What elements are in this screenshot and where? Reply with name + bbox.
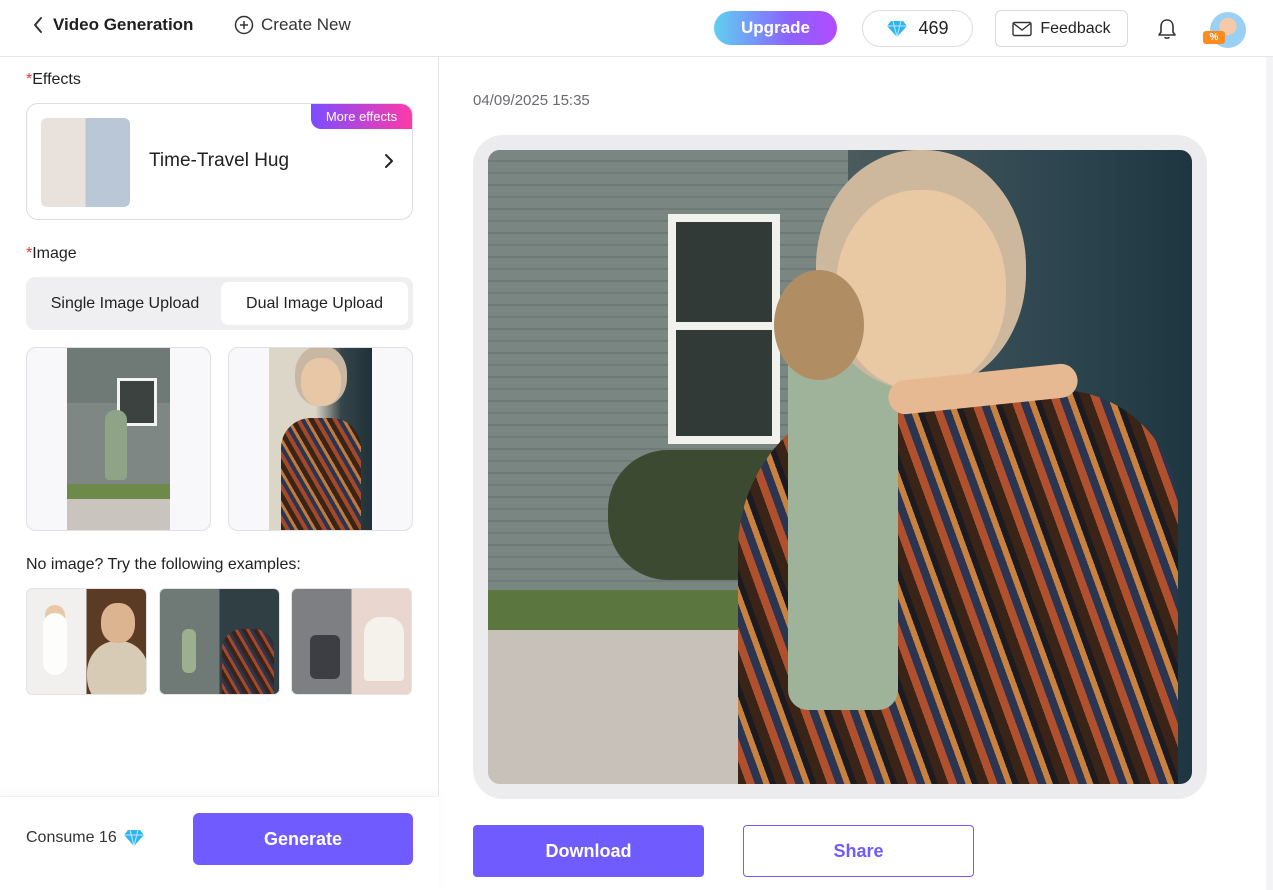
chevron-left-icon [34, 17, 42, 33]
chevron-right-icon [385, 154, 393, 168]
effects-section-label: *Effects [26, 71, 81, 88]
settings-panel: *Effects Time-Travel Hug More effects *I… [0, 57, 439, 890]
consume-cost: Consume 16 [26, 829, 145, 847]
plus-circle-icon [234, 15, 254, 35]
examples-label: No image? Try the following examples: [26, 556, 301, 573]
share-button[interactable]: Share [743, 825, 974, 877]
generation-timestamp: 04/09/2025 15:35 [473, 92, 590, 109]
upload-slot-first-image[interactable] [26, 347, 211, 531]
discount-badge: % [1203, 31, 1225, 44]
bell-icon [1158, 19, 1176, 39]
mail-icon [1012, 21, 1033, 36]
generate-button[interactable]: Generate [193, 813, 413, 865]
example-thumbnail[interactable] [159, 588, 280, 695]
upload-mode-toggle: Single Image Upload Dual Image Upload [26, 277, 413, 330]
feedback-button[interactable]: Feedback [995, 10, 1128, 47]
create-new-button[interactable]: Create New [234, 13, 351, 37]
top-bar: Video Generation Create New Upgrade 469 … [0, 0, 1273, 57]
back-button[interactable] [28, 14, 48, 36]
effect-name: Time-Travel Hug [149, 150, 290, 171]
uploaded-image-child [67, 348, 170, 530]
credits-count: 469 [918, 18, 949, 38]
scrollbar[interactable] [1266, 57, 1273, 890]
credits-balance[interactable]: 469 [862, 10, 973, 47]
generate-footer: Consume 16 Generate [0, 796, 439, 890]
example-thumbnail[interactable] [26, 588, 147, 695]
upgrade-button[interactable]: Upgrade [714, 11, 837, 45]
create-new-label: Create New [261, 15, 351, 34]
image-section-label: *Image [26, 245, 77, 262]
dual-image-upload-tab[interactable]: Dual Image Upload [221, 282, 408, 325]
notifications-button[interactable] [1154, 16, 1180, 42]
page-title: Video Generation [53, 15, 194, 34]
uploaded-image-grandmother [269, 348, 372, 530]
diamond-icon [887, 20, 908, 37]
single-image-upload-tab[interactable]: Single Image Upload [31, 282, 219, 325]
generated-video-preview[interactable] [488, 150, 1192, 784]
effect-selector[interactable]: Time-Travel Hug More effects [26, 103, 413, 220]
more-effects-badge[interactable]: More effects [311, 104, 412, 129]
consume-label: Consume 16 [26, 829, 117, 846]
download-button[interactable]: Download [473, 825, 704, 877]
effect-thumbnail [41, 118, 130, 207]
feedback-label: Feedback [1040, 19, 1111, 37]
upload-slot-second-image[interactable] [228, 347, 413, 531]
example-thumbnail[interactable] [291, 588, 412, 695]
diamond-icon [123, 829, 144, 847]
